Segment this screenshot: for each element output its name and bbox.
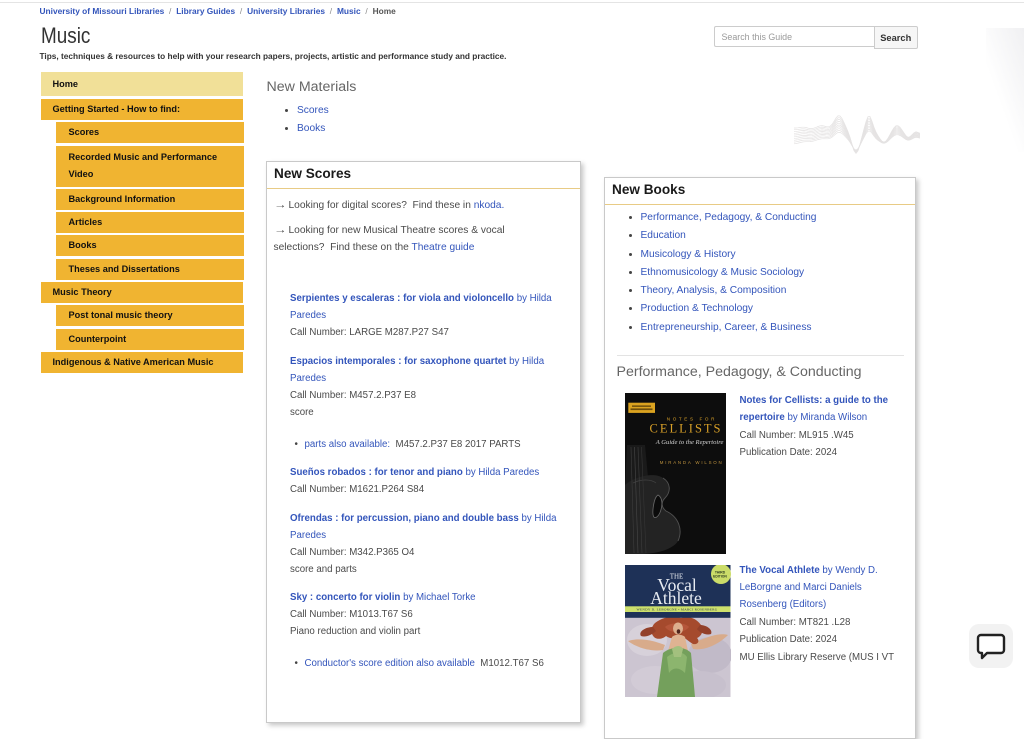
svg-text:EDITION: EDITION: [713, 575, 727, 579]
svg-text:CELLISTS: CELLISTS: [650, 422, 724, 436]
svg-text:A Guide to the Repertoire: A Guide to the Repertoire: [655, 439, 724, 446]
svg-text:MIRANDA WILSON: MIRANDA WILSON: [660, 460, 724, 465]
svg-text:Athlete: Athlete: [650, 588, 702, 608]
